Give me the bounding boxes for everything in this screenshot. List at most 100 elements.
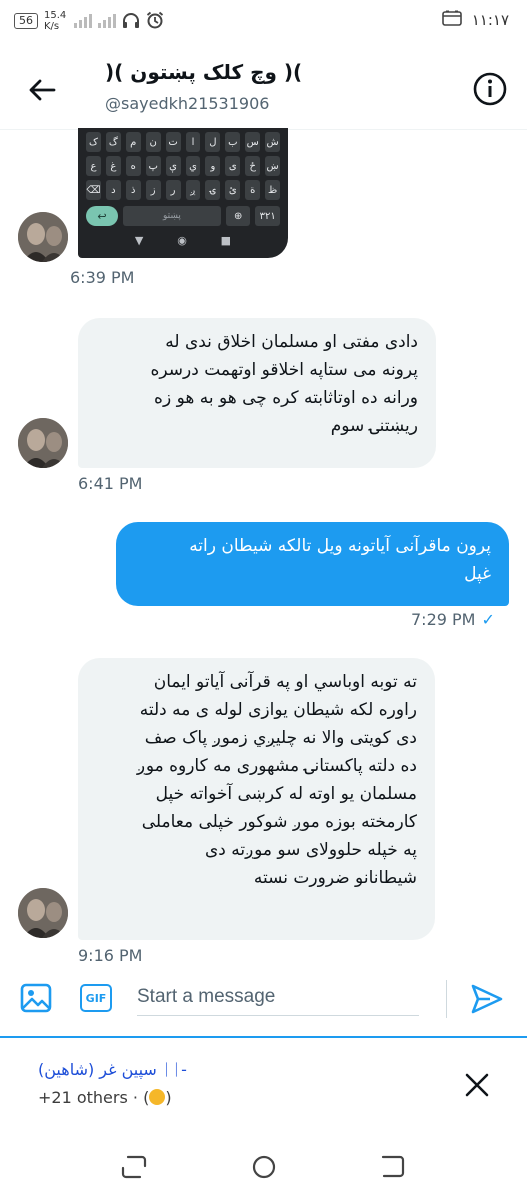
message-line: دی کويتی والا نه چلیږي زموږ پاک صف [144, 728, 417, 748]
key: ي [185, 156, 201, 176]
globe-icon: ⊕ [225, 206, 251, 226]
keyboard-bottom-row: ↩ پښتو ⊕ ٣٢١ [78, 200, 288, 226]
key: پ [145, 156, 161, 176]
key: ې [165, 156, 181, 176]
key: ښ [265, 156, 281, 176]
notification-banner[interactable]: سپین غر (شاهین) ᛁᛁ- +21 others · () [0, 1040, 527, 1135]
network-badge: 56 [14, 13, 38, 29]
key: ئ [225, 180, 241, 200]
incoming-message[interactable]: ته توبه اوباسي او په قرآنی آیاتو ایمان ر… [78, 658, 435, 940]
key: ک [86, 132, 101, 152]
status-bar: 56 15.4 K/s ١١:١٧ [0, 0, 527, 44]
gif-button[interactable]: GIF [80, 984, 112, 1012]
conversation-handle: @sayedkh21531906 [105, 94, 270, 113]
info-icon [473, 72, 507, 106]
message-line: کارمخته بوزه موږ شوکور خپلی معاملی [141, 812, 417, 832]
close-icon [465, 1073, 489, 1097]
image-icon [20, 983, 52, 1013]
heart-icon [149, 1089, 166, 1105]
avatar[interactable] [18, 212, 68, 262]
key: ل [205, 132, 221, 152]
key: و [205, 156, 221, 176]
avatar[interactable] [18, 888, 68, 938]
message-line: راوره لکه شیطان یوازی لوله ی مه دلته [139, 700, 417, 720]
status-left: 56 15.4 K/s [14, 10, 164, 32]
network-speed: 15.4 K/s [44, 10, 66, 32]
headphones-icon [122, 12, 140, 31]
key: گ [105, 132, 121, 152]
avatar[interactable] [18, 418, 68, 468]
key: ة [245, 180, 261, 200]
key: ر [165, 180, 181, 200]
conversation-title: )( وچ کلک پښتون )( [105, 60, 303, 84]
message-line: شيطانانو ضرورت نسته [253, 868, 417, 888]
incoming-message[interactable]: دادی مفتی او مسلمان اخلاق ندی له پرونه م… [78, 318, 436, 468]
key: س [245, 132, 261, 152]
nav-back-icon: ▼ [134, 234, 144, 247]
key: غ [105, 156, 121, 176]
home-icon [252, 1155, 276, 1179]
notification-subtitle: +21 others · () [38, 1088, 172, 1107]
battery-icon [441, 10, 464, 30]
alarm-icon [146, 11, 164, 32]
home-button[interactable] [250, 1153, 278, 1181]
key: ش [265, 132, 281, 152]
keyboard-row-3: ⌫ د ذ ز ر ږ ۍ ئ ة ظ [78, 176, 288, 200]
message-input[interactable] [137, 978, 419, 1016]
nav-recent-icon: ■ [220, 234, 232, 247]
enter-key-icon: ↩ [86, 206, 118, 226]
media-button[interactable] [20, 982, 52, 1014]
keyboard-row-2: عغهپېيویځښ [78, 152, 288, 176]
back-nav-icon [381, 1155, 405, 1178]
message-line: مسلمان یو اوته له کرښی آخواته خپل [155, 784, 417, 804]
image-message[interactable]: کگمنتالبسش عغهپېيویځښ ⌫ د ذ ز ر ږ ۍ ئ ة ظ ↩ پښتو … [78, 128, 288, 258]
back-button[interactable] [24, 72, 60, 108]
key: ږ [185, 180, 201, 200]
back-nav-button[interactable] [378, 1153, 406, 1181]
key: ز [145, 180, 161, 200]
message-line: پرونه می ستاپه اخلاقو اوتهمت درسره [150, 360, 418, 380]
speed-unit: K/s [44, 21, 60, 32]
outgoing-message[interactable]: پرون ماقرآنی آیاتونه ویل تالکه شیطان رات… [116, 522, 509, 606]
key: ب [225, 132, 241, 152]
backspace-icon: ⌫ [86, 180, 101, 200]
send-icon [471, 984, 503, 1014]
check-icon: ✓ [481, 610, 495, 629]
message-time-row: 7:29 PM ✓ [411, 610, 495, 629]
back-arrow-icon [29, 79, 56, 101]
status-right: ١١:١٧ [441, 10, 509, 30]
recents-button[interactable] [120, 1153, 148, 1181]
system-nav-bar [0, 1135, 527, 1200]
message-time: 6:41 PM [78, 474, 143, 493]
key: ذ [125, 180, 141, 200]
keyboard-nav: ▼ ◉ ■ [78, 226, 288, 247]
message-line: غپل [464, 564, 491, 584]
message-line: په خپله حلوولای سو موږته دی [204, 840, 417, 860]
close-button[interactable] [464, 1072, 490, 1098]
recents-icon [121, 1155, 147, 1179]
message-line: ريښتنۍ سوم [330, 416, 418, 436]
nav-home-icon: ◉ [177, 234, 187, 247]
message-composer: GIF [0, 962, 527, 1032]
notification-others: +21 others · ( [38, 1088, 150, 1107]
num-key: ٣٢١ [255, 206, 280, 226]
notification-divider [0, 1036, 527, 1038]
key: ځ [245, 156, 261, 176]
message-time: 7:29 PM [411, 610, 476, 629]
key: د [105, 180, 121, 200]
clock: ١١:١٧ [471, 11, 509, 29]
key: ظ [265, 180, 281, 200]
speed-value: 15.4 [44, 10, 67, 21]
keyboard-row-1: کگمنتالبسش [78, 128, 288, 152]
send-button[interactable] [470, 982, 504, 1016]
message-time: 6:39 PM [70, 268, 135, 287]
notification-title: سپین غر (شاهین) ᛁᛁ- [38, 1060, 187, 1079]
key: ی [225, 156, 241, 176]
info-button[interactable] [471, 70, 509, 108]
conversation-header: )( وچ کلک پښتون )( @sayedkh21531906 [0, 50, 527, 130]
message-line: پرون ماقرآنی آیاتونه ویل تالکه شیطان رات… [189, 536, 491, 556]
key: ت [165, 132, 181, 152]
message-line: ورانه ده اوتاثابته کره چی هو به هو زه [154, 388, 418, 408]
message-line: ده دلته پاکستانۍ مشهوری مه کاروه موږ [136, 756, 417, 776]
key: ن [145, 132, 161, 152]
